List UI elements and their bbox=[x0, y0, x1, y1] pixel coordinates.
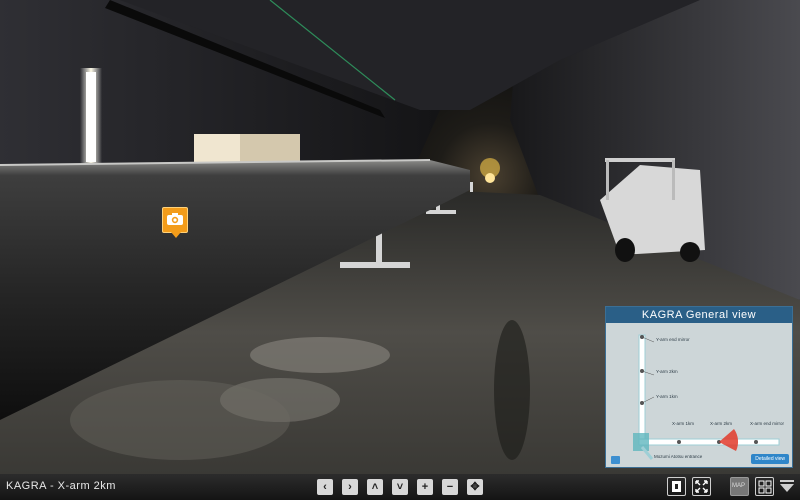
thumbnails-button[interactable] bbox=[755, 477, 774, 496]
zoom-in-button[interactable]: + bbox=[417, 479, 433, 495]
pan-down-button[interactable]: ˅ bbox=[392, 479, 408, 495]
minimap-diagram[interactable] bbox=[606, 323, 792, 467]
label-x-2km: X-arm 2km bbox=[710, 421, 733, 426]
info-button[interactable] bbox=[667, 477, 686, 496]
minimap-mode-icon[interactable] bbox=[611, 456, 620, 464]
map-button[interactable]: MAP bbox=[730, 477, 749, 496]
label-y-2km: Y-arm 2km bbox=[656, 369, 678, 374]
hide-toolbar-button[interactable] bbox=[778, 477, 797, 496]
label-y-1km: Y-arm 1km bbox=[656, 394, 678, 399]
scene-caption: KAGRA - X-arm 2km bbox=[6, 480, 116, 492]
map-button-label: MAP bbox=[732, 483, 746, 489]
fullscreen-icon bbox=[695, 480, 708, 493]
label-entrance: Mozumi Atotsu entrance bbox=[654, 454, 703, 459]
info-icon bbox=[672, 481, 681, 492]
label-y-end: Y-arm end mirror bbox=[656, 337, 690, 342]
label-x-1km: X-arm 1km bbox=[672, 421, 695, 426]
minimap-title: KAGRA General view bbox=[606, 307, 792, 323]
detailed-view-button[interactable]: Detailed view bbox=[751, 454, 789, 464]
pan-right-button[interactable]: › bbox=[342, 479, 358, 495]
pan-up-button[interactable]: ˄ bbox=[367, 479, 383, 495]
pan-left-button[interactable]: ‹ bbox=[317, 479, 333, 495]
fullscreen-button[interactable] bbox=[692, 477, 711, 496]
photo-hotspot[interactable] bbox=[162, 207, 188, 238]
camera-icon bbox=[167, 213, 183, 225]
move-button[interactable]: ✥ bbox=[467, 479, 483, 495]
grid-icon bbox=[758, 480, 772, 494]
bottom-toolbar: KAGRA - X-arm 2km ‹ › ˄ ˅ + − ✥ MAP bbox=[0, 474, 800, 500]
label-x-end: X-arm end mirror bbox=[750, 421, 785, 426]
triangle-down-icon bbox=[780, 480, 794, 492]
minimap-panel: KAGRA General view Y-arm end mirror Y-ar… bbox=[605, 306, 793, 468]
minimap-body: Y-arm end mirror Y-arm 2km Y-arm 1km X-a… bbox=[606, 323, 792, 467]
zoom-out-button[interactable]: − bbox=[442, 479, 458, 495]
